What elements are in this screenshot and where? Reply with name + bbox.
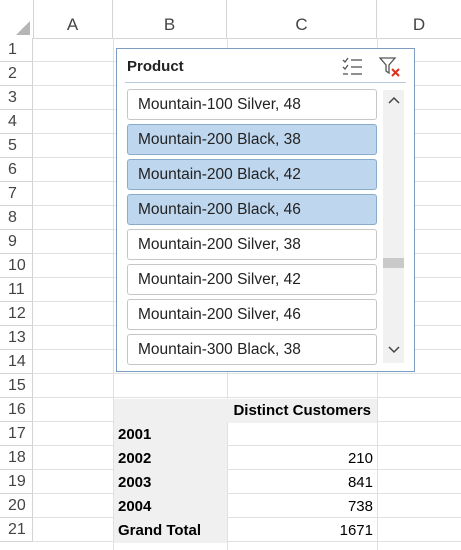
- row-header[interactable]: 5: [0, 134, 33, 158]
- slicer-title: Product: [127, 58, 184, 75]
- row-header[interactable]: 19: [0, 470, 33, 494]
- pivot-corner-cell: [114, 399, 227, 423]
- row-header[interactable]: 1: [0, 38, 33, 62]
- pivot-row-value: 738: [347, 498, 373, 515]
- select-all-corner[interactable]: [0, 0, 34, 38]
- slicer-item-selected[interactable]: Mountain-200 Black, 46: [127, 194, 377, 225]
- pivot-row-value: 841: [347, 474, 373, 491]
- select-all-triangle-icon: [16, 21, 30, 35]
- row-header[interactable]: 17: [0, 422, 33, 446]
- row-header[interactable]: 10: [0, 254, 33, 278]
- row-header[interactable]: 11: [0, 278, 33, 302]
- column-header-bar: A B C D: [0, 0, 461, 39]
- slicer-item[interactable]: Mountain-200 Silver, 46: [127, 299, 377, 330]
- pivot-row-label: 2004: [114, 495, 227, 519]
- row-header[interactable]: 12: [0, 302, 33, 326]
- row-header[interactable]: 16: [0, 398, 33, 422]
- row-header[interactable]: 18: [0, 446, 33, 470]
- row-header[interactable]: 7: [0, 182, 33, 206]
- row-header[interactable]: 14: [0, 350, 33, 374]
- row-header[interactable]: 3: [0, 86, 33, 110]
- row-header[interactable]: 2: [0, 62, 33, 86]
- gridline: [33, 397, 461, 398]
- slicer-item-selected[interactable]: Mountain-200 Black, 38: [127, 124, 377, 155]
- multi-select-icon[interactable]: [342, 57, 364, 77]
- product-slicer[interactable]: Product Mountain-100 Silver, 48 Mountain…: [116, 48, 415, 372]
- slicer-scrollbar[interactable]: [383, 90, 404, 363]
- clear-filter-icon[interactable]: [378, 56, 401, 78]
- scroll-down-chevron-icon[interactable]: [383, 342, 404, 362]
- slicer-item-selected[interactable]: Mountain-200 Black, 42: [127, 159, 377, 190]
- row-header[interactable]: 4: [0, 110, 33, 134]
- slicer-item[interactable]: Mountain-300 Black, 38: [127, 334, 377, 365]
- row-header[interactable]: 15: [0, 374, 33, 398]
- pivot-row-label: 2002: [114, 447, 227, 471]
- gridline: [33, 373, 461, 374]
- row-header[interactable]: 9: [0, 230, 33, 254]
- pivot-grand-total-value: 1671: [339, 522, 373, 539]
- column-header-a[interactable]: A: [33, 0, 113, 38]
- scroll-up-chevron-icon[interactable]: [383, 92, 404, 112]
- pivot-row-value: 210: [347, 450, 373, 467]
- pivot-row-value: [227, 423, 377, 447]
- slicer-item[interactable]: Mountain-200 Silver, 38: [127, 229, 377, 260]
- slicer-item[interactable]: Mountain-100 Silver, 48: [127, 89, 377, 120]
- pivot-grand-total-label: Grand Total: [114, 519, 227, 543]
- row-header[interactable]: 8: [0, 206, 33, 230]
- slicer-item[interactable]: Mountain-200 Silver, 42: [127, 264, 377, 295]
- row-header[interactable]: 13: [0, 326, 33, 350]
- column-header-d[interactable]: D: [377, 0, 461, 38]
- slicer-header-divider: [125, 82, 406, 83]
- pivot-row-label: 2001: [114, 423, 227, 447]
- row-header[interactable]: 21: [0, 518, 33, 542]
- scrollbar-thumb[interactable]: [383, 258, 404, 268]
- row-header[interactable]: 6: [0, 158, 33, 182]
- column-header-c[interactable]: C: [227, 0, 377, 38]
- column-header-b[interactable]: B: [113, 0, 227, 38]
- pivot-value-header: Distinct Customers: [227, 399, 377, 423]
- pivot-row-label: 2003: [114, 471, 227, 495]
- row-header[interactable]: 20: [0, 494, 33, 518]
